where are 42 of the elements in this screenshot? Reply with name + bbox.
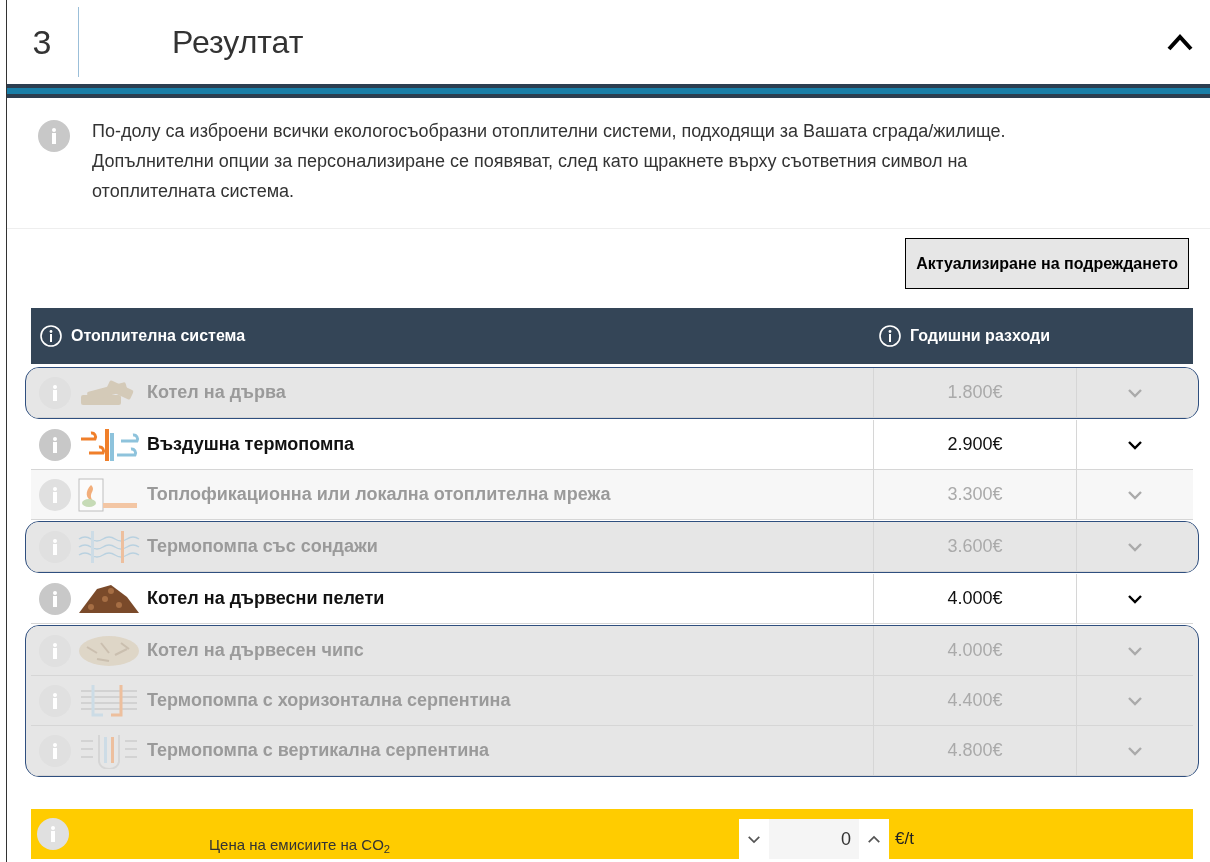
ground-probe-icon xyxy=(77,528,141,565)
system-name: Термопомпа със сондажи xyxy=(147,535,378,558)
expand-icon xyxy=(1127,645,1143,656)
co2-price-input[interactable]: 0 xyxy=(769,819,859,859)
system-name: Въздушна термопомпа xyxy=(147,433,355,456)
info-icon[interactable] xyxy=(39,324,63,348)
system-name: Топлофикационна или локална отоплителна мрежа xyxy=(147,483,611,506)
expand-icon xyxy=(1127,745,1143,756)
unit-label: €/t xyxy=(895,828,914,851)
column-header: Годишни разходи xyxy=(910,326,1050,346)
table-row[interactable]: Котел на дървесни пелети 4.000€ xyxy=(31,574,1193,624)
column-header: Отоплителна система xyxy=(71,326,246,346)
chevron-down-icon xyxy=(747,834,761,844)
info-text: По-долу са изброени всички екологосъобразни отоплителни системи, подходящи за Вашата сграда/жилище. Допълнителни опции за персонализиране се появяват, след като щракнете върху съответния символ на отоплителната система. xyxy=(92,120,1007,203)
expand-icon xyxy=(1127,387,1143,398)
annual-cost: 4.000€ xyxy=(947,639,1003,662)
step-number: 3 xyxy=(31,21,53,63)
expand-icon xyxy=(1127,489,1143,500)
annual-cost: 4.000€ xyxy=(947,587,1003,610)
annual-cost: 3.300€ xyxy=(947,483,1003,506)
annual-cost: 2.900€ xyxy=(947,433,1003,456)
update-order-button[interactable]: Актуализиране на подреждането xyxy=(905,238,1189,289)
info-icon[interactable] xyxy=(878,324,902,348)
annual-cost: 4.800€ xyxy=(947,739,1003,762)
system-name: Котел на дървесен чипс xyxy=(147,639,364,662)
system-name: Термопомпа с хоризонтална серпентина xyxy=(147,689,511,712)
increase-button[interactable] xyxy=(859,819,889,859)
table-row[interactable]: Въздушна термопомпа 2.900€ xyxy=(31,420,1193,470)
section-title: Резултат xyxy=(172,23,305,62)
chevron-up-icon xyxy=(867,834,881,844)
expand-icon xyxy=(1127,593,1143,604)
annual-cost: 4.400€ xyxy=(947,689,1003,712)
system-name: Котел на дървесни пелети xyxy=(147,587,385,610)
system-name: Котел на дърва xyxy=(147,381,286,404)
decrease-button[interactable] xyxy=(739,819,769,859)
expand-icon xyxy=(1127,439,1143,450)
co2-label: Цена на емисиите на CO$_{2}$ xyxy=(209,834,392,857)
expand-icon xyxy=(1127,541,1143,552)
system-name: Термопомпа с вертикална серпентина xyxy=(147,739,490,762)
annual-cost: 3.600€ xyxy=(947,535,1003,558)
expand-icon xyxy=(1127,695,1143,706)
annual-cost: 1.800€ xyxy=(947,381,1003,404)
